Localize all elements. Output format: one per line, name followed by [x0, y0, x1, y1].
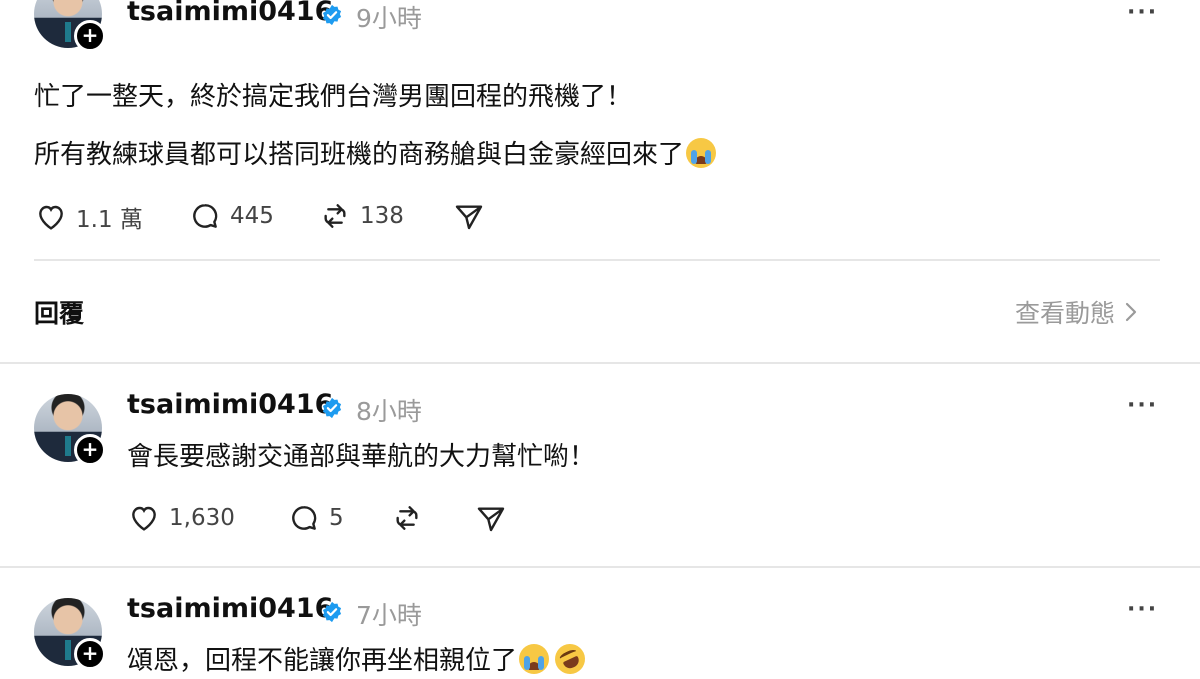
- rolling-laughing-face-icon: [550, 639, 590, 679]
- post-text-line1: 忙了一整天，終於搞定我們台灣男團回程的飛機了！: [34, 82, 633, 112]
- chevron-right-icon: [1125, 302, 1137, 322]
- comment-button[interactable]: 5: [287, 502, 344, 534]
- reply-time: 8小時: [356, 397, 422, 426]
- loudly-crying-face-icon: [686, 138, 717, 168]
- repost-count: 138: [360, 203, 404, 229]
- avatar-tie: [65, 640, 71, 660]
- username[interactable]: tsaimimi0416: [127, 0, 333, 27]
- avatar-tie: [65, 436, 71, 456]
- like-button[interactable]: 1.1 萬: [34, 200, 143, 234]
- verified-badge-icon: [322, 601, 342, 623]
- more-options-button[interactable]: ···: [1127, 393, 1158, 418]
- post-divider: [34, 259, 1160, 261]
- comment-icon: [193, 204, 218, 228]
- verified-badge-icon: [322, 397, 342, 419]
- post-text-line2-content: 所有教練球員都可以搭同班機的商務艙與白金豪經回來了: [34, 140, 685, 170]
- avatar[interactable]: +: [34, 394, 106, 466]
- send-icon: [477, 507, 505, 532]
- avatar[interactable]: +: [34, 0, 106, 52]
- repost-button[interactable]: 138: [318, 200, 404, 232]
- comment-icon: [292, 506, 317, 530]
- repost-button[interactable]: [390, 502, 424, 534]
- heart-icon: [132, 506, 156, 531]
- loudly-crying-face-icon: [519, 644, 550, 674]
- more-options-button[interactable]: ···: [1127, 597, 1158, 622]
- follow-plus-icon[interactable]: +: [74, 434, 106, 466]
- like-count: 1,630: [169, 505, 235, 531]
- section-divider: [0, 362, 1200, 364]
- username[interactable]: tsaimimi0416: [127, 389, 333, 420]
- share-button[interactable]: [452, 200, 486, 232]
- post-time: 9小時: [356, 4, 422, 33]
- like-button[interactable]: 1,630: [127, 502, 235, 534]
- more-options-button[interactable]: ···: [1127, 0, 1158, 25]
- share-button[interactable]: [474, 502, 508, 534]
- like-count: 1.1 萬: [76, 207, 143, 233]
- comment-count: 445: [230, 203, 274, 229]
- reply-text: 會長要感謝交通部與華航的大力幫忙喲！: [127, 442, 596, 472]
- comment-button[interactable]: 445: [188, 200, 274, 232]
- reply-text-row: 頌恩，回程不能讓你再坐相親位了: [127, 639, 590, 679]
- send-icon: [455, 205, 483, 230]
- comment-count: 5: [329, 505, 344, 531]
- follow-plus-icon[interactable]: +: [74, 20, 106, 52]
- section-divider: [0, 566, 1200, 568]
- reply-time: 7小時: [356, 601, 422, 630]
- view-activity-label: 查看動態: [1015, 299, 1116, 328]
- repost-icon: [324, 204, 346, 228]
- replies-label[interactable]: 回覆: [34, 294, 84, 330]
- repost-icon: [396, 506, 418, 530]
- avatar-tie: [65, 22, 71, 42]
- verified-badge-icon: [322, 4, 342, 26]
- reply-text: 頌恩，回程不能讓你再坐相親位了: [127, 646, 518, 676]
- username[interactable]: tsaimimi0416: [127, 593, 333, 624]
- view-activity-link[interactable]: 查看動態: [1015, 294, 1139, 330]
- post-text-line2: 所有教練球員都可以搭同班機的商務艙與白金豪經回來了: [34, 134, 717, 171]
- heart-icon: [39, 205, 63, 230]
- follow-plus-icon[interactable]: +: [74, 638, 106, 670]
- avatar[interactable]: +: [34, 598, 106, 670]
